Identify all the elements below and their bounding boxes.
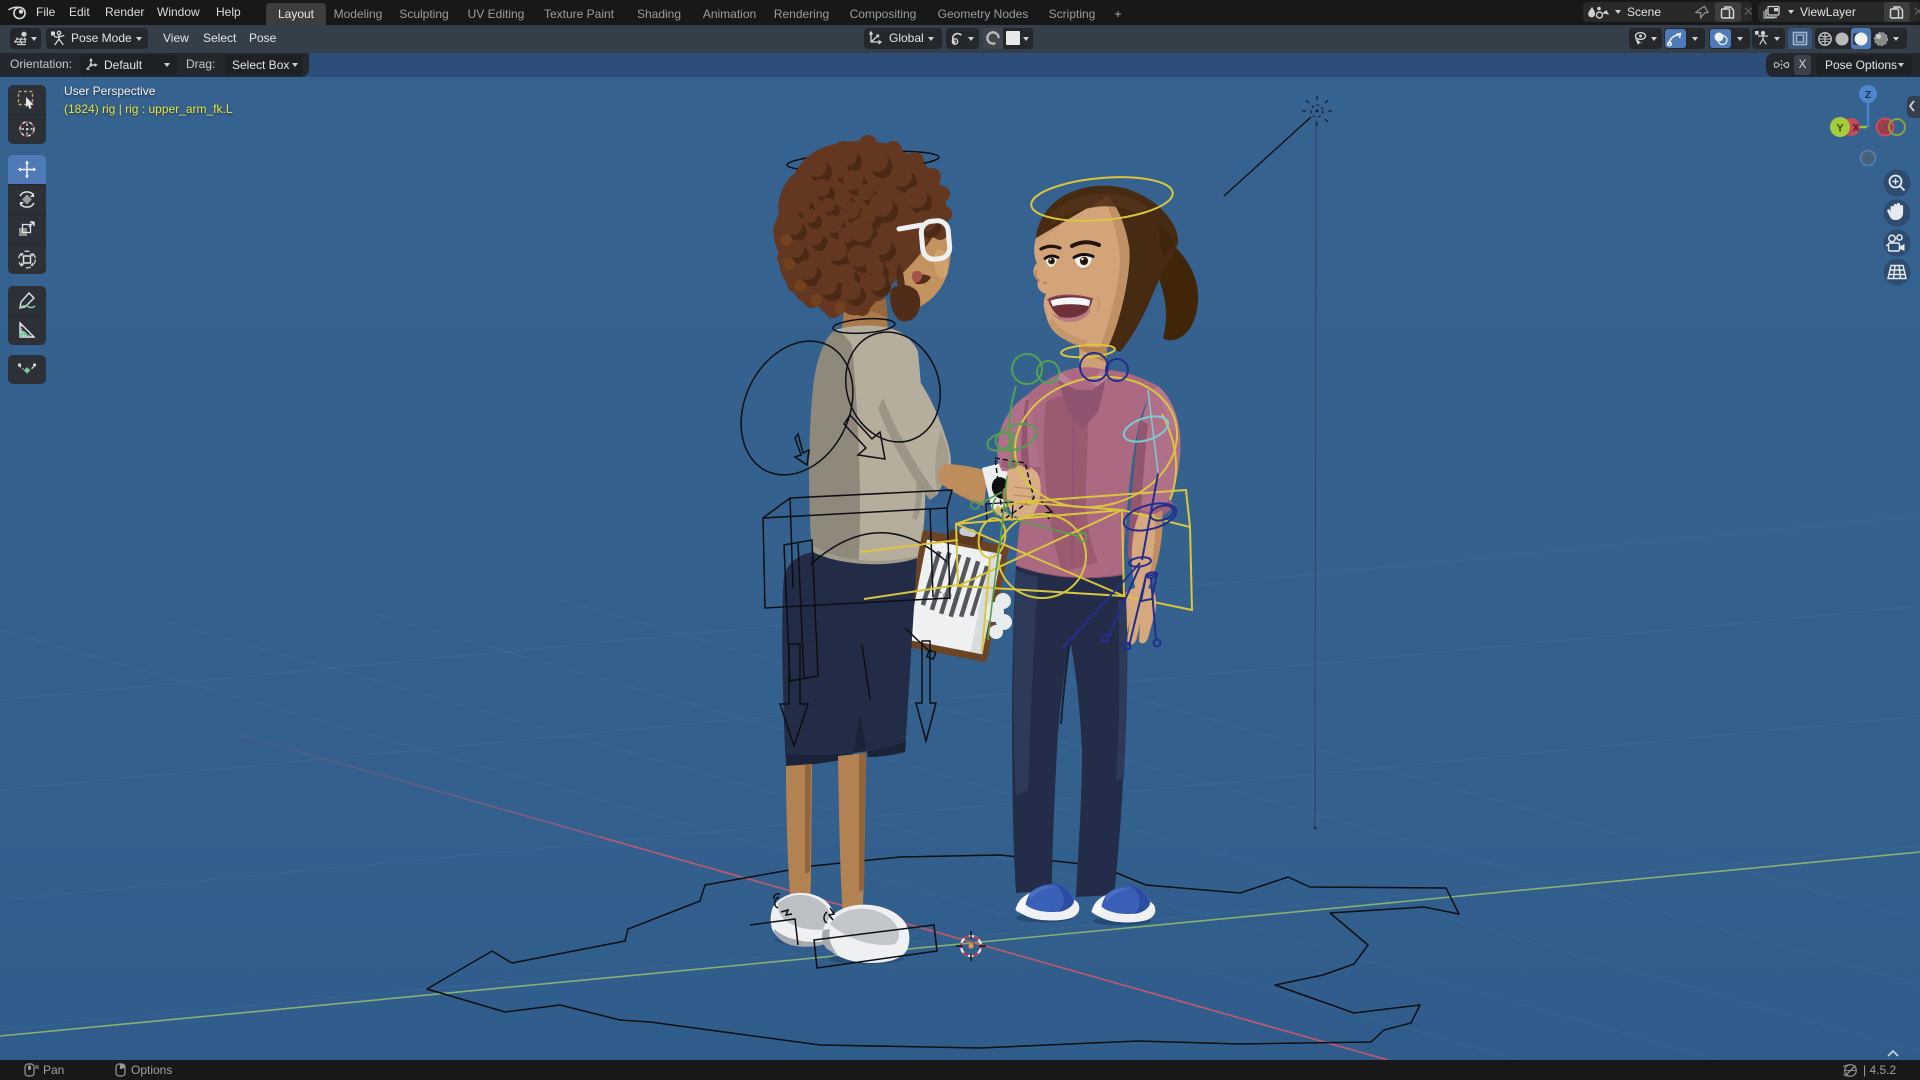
svg-text:Z: Z — [1865, 89, 1872, 101]
svg-text:X: X — [1853, 123, 1860, 134]
svg-text:Y: Y — [1836, 123, 1844, 135]
